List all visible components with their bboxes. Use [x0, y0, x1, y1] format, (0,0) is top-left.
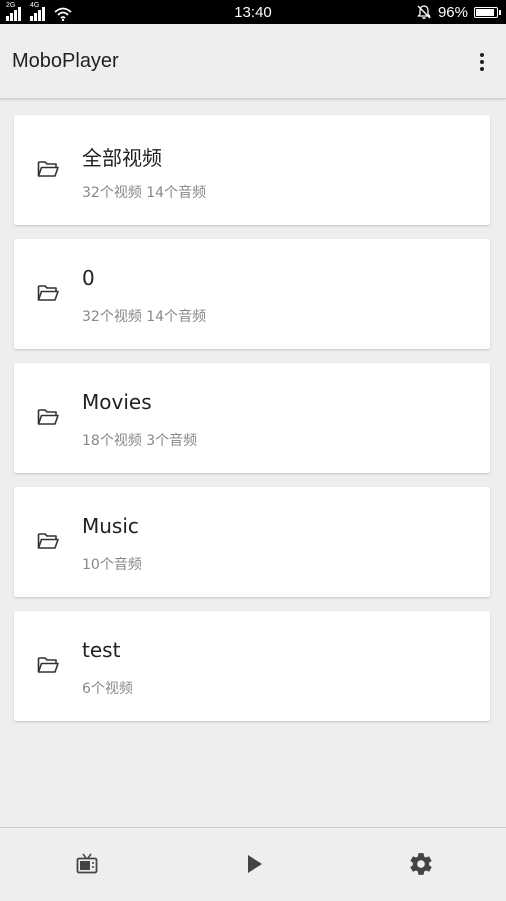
tv-icon[interactable] — [73, 850, 101, 878]
folder-item-0[interactable]: 0 32个视频 14个音频 — [14, 239, 490, 349]
folder-name: test — [82, 638, 121, 662]
folder-open-icon — [37, 409, 59, 425]
folder-item-movies[interactable]: Movies 18个视频 3个音频 — [14, 363, 490, 473]
battery-percent: 96% — [437, 3, 468, 21]
folder-name: Movies — [82, 390, 152, 414]
folder-open-icon — [37, 533, 59, 549]
tv-icon-graphic — [76, 853, 98, 874]
folder-item-music[interactable]: Music 10个音频 — [14, 487, 490, 597]
folder-info: 32个视频 14个音频 — [82, 185, 207, 201]
battery-icon — [474, 6, 501, 18]
more-vert-icon[interactable] — [470, 48, 494, 76]
folder-item-all-videos[interactable]: 全部视频 32个视频 14个音频 — [14, 115, 490, 225]
folder-list: 全部视频 32个视频 14个音频 0 32个视频 14个音频 Movies 18… — [14, 115, 490, 735]
folder-info: 18个视频 3个音频 — [82, 433, 198, 449]
folder-open-icon — [37, 285, 59, 301]
settings-gear-icon[interactable] — [407, 850, 435, 878]
folder-item-test[interactable]: test 6个视频 — [14, 611, 490, 721]
app-title: MoboPlayer — [12, 50, 119, 72]
play-icon-graphic — [248, 855, 262, 873]
status-bar: 2G 4G 13:40 96% — [0, 0, 506, 24]
notifications-off-icon — [417, 5, 431, 19]
folder-name: Music — [82, 514, 139, 538]
folder-name: 0 — [82, 266, 95, 290]
folder-info: 32个视频 14个音频 — [82, 309, 207, 325]
bottom-navigation — [0, 827, 506, 901]
app-bar: MoboPlayer — [0, 24, 506, 99]
folder-info: 10个音频 — [82, 557, 142, 573]
folder-open-icon — [37, 161, 59, 177]
folder-name: 全部视频 — [82, 146, 162, 170]
play-icon[interactable] — [240, 850, 268, 878]
folder-open-icon — [37, 657, 59, 673]
status-right: 96% — [416, 2, 501, 22]
settings-gear-icon-graphic — [410, 853, 432, 875]
folder-info: 6个视频 — [82, 681, 133, 697]
